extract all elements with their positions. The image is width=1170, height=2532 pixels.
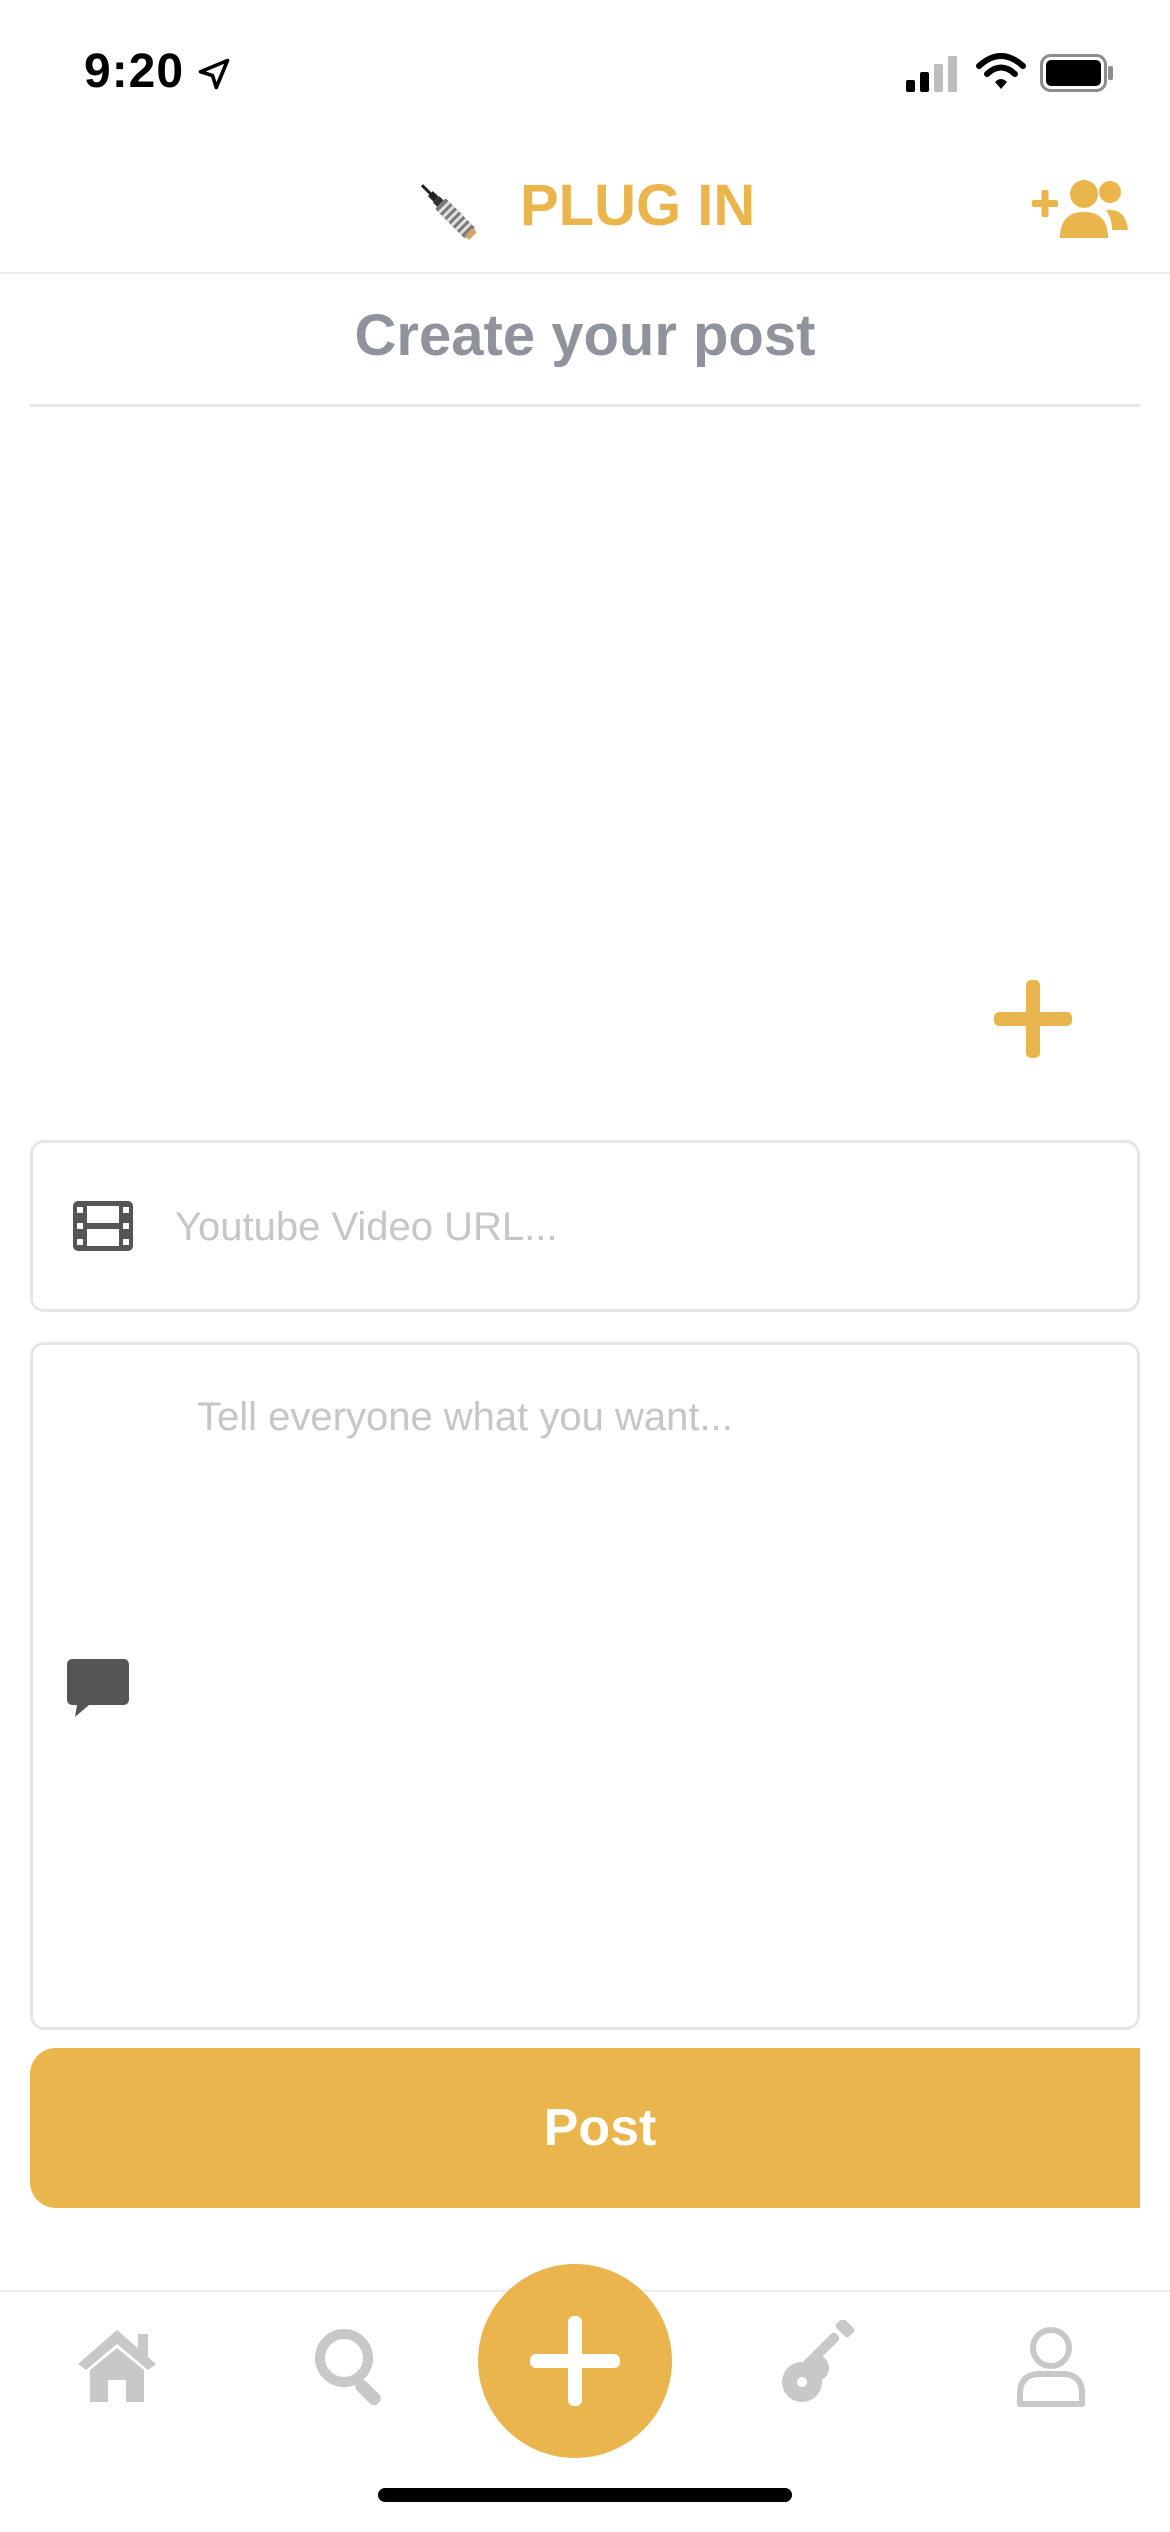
battery-icon — [1040, 54, 1113, 92]
add-media-button[interactable] — [990, 976, 1076, 1062]
tab-search[interactable] — [306, 2320, 396, 2410]
tab-instruments[interactable] — [772, 2320, 862, 2410]
youtube-url-field — [30, 1140, 1140, 1312]
tab-home[interactable] — [72, 2320, 162, 2410]
message-input[interactable] — [197, 1395, 1097, 1995]
post-button-label: Post — [543, 2099, 657, 2157]
add-friends-button[interactable] — [1032, 176, 1128, 240]
search-icon — [315, 2329, 381, 2406]
signal-icon — [906, 56, 957, 92]
home-indicator — [378, 2488, 792, 2502]
audio-jack-plug-icon — [420, 184, 477, 240]
app-header: PLUG IN — [0, 150, 1170, 274]
guitar-icon — [782, 2320, 855, 2402]
location-arrow-icon — [198, 58, 230, 90]
tab-create[interactable] — [478, 2264, 672, 2458]
media-preview-area — [30, 410, 1140, 1130]
page-title: Create your post — [354, 303, 816, 368]
title-divider — [30, 404, 1140, 407]
chat-bubble-icon — [67, 1659, 129, 1717]
youtube-url-input[interactable] — [175, 1183, 1095, 1271]
add-friends-icon — [1032, 180, 1128, 238]
post-button[interactable]: Post — [30, 2048, 1140, 2208]
home-icon — [78, 2330, 156, 2402]
message-field — [30, 1342, 1140, 2030]
plus-icon — [994, 980, 1072, 1058]
app-title: PLUG IN — [520, 173, 756, 238]
status-bar: 9:20 — [0, 0, 1170, 150]
wifi-icon — [976, 53, 1026, 89]
user-icon — [1017, 2327, 1085, 2407]
status-time: 9:20 — [84, 45, 185, 98]
film-icon — [73, 1201, 133, 1251]
tab-profile[interactable] — [1006, 2320, 1096, 2410]
plus-icon — [530, 2316, 620, 2406]
